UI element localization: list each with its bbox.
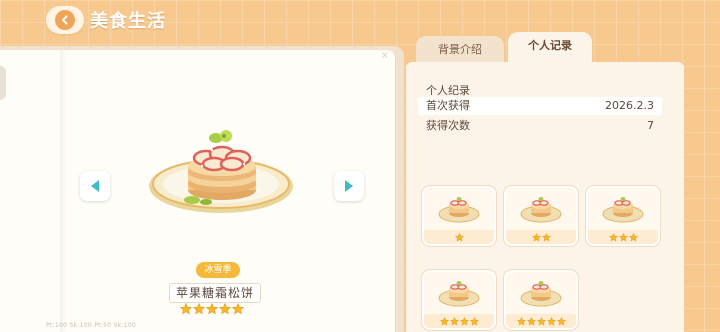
star-icon bbox=[180, 303, 192, 315]
variant-star-rating bbox=[506, 314, 576, 328]
star-icon bbox=[219, 303, 231, 315]
pancake-thumb-image bbox=[438, 197, 480, 223]
pancake-dish-image bbox=[149, 130, 293, 213]
tab-personal-record[interactable]: 个人记录 bbox=[508, 32, 592, 66]
dish-variant-card[interactable] bbox=[422, 186, 496, 246]
dish-star-rating bbox=[180, 303, 244, 315]
back-button[interactable] bbox=[46, 6, 84, 34]
dish-variant-card[interactable] bbox=[504, 270, 578, 330]
season-tag: 冰雪季 bbox=[196, 262, 240, 278]
dish-variant-card[interactable] bbox=[586, 186, 660, 246]
record-value: 7 bbox=[647, 119, 654, 132]
pancake-thumb-image bbox=[520, 281, 562, 307]
triangle-left-icon bbox=[91, 180, 99, 192]
record-title: 个人纪录 bbox=[426, 84, 470, 97]
star-icon bbox=[618, 232, 628, 242]
record-row-obtain-count: 获得次数 7 bbox=[418, 117, 662, 135]
star-icon bbox=[469, 316, 479, 326]
corner-mark-icon: × bbox=[381, 51, 389, 61]
record-label: 首次获得 bbox=[426, 99, 470, 112]
chevron-left-icon bbox=[55, 10, 75, 30]
star-icon bbox=[531, 232, 541, 242]
star-icon bbox=[193, 303, 205, 315]
pancake-thumb-image bbox=[602, 197, 644, 223]
variant-star-rating bbox=[424, 314, 494, 328]
star-icon bbox=[439, 316, 449, 326]
page-title: 美食生活 bbox=[90, 11, 166, 32]
star-icon bbox=[546, 316, 556, 326]
star-icon bbox=[454, 232, 464, 242]
triangle-right-icon bbox=[345, 180, 353, 192]
footer-text: Pt:100 Sk:100 Pt:50 Sk:100 bbox=[46, 322, 137, 329]
star-icon bbox=[608, 232, 618, 242]
pancake-thumb-image bbox=[520, 197, 562, 223]
dish-variant-card[interactable] bbox=[422, 270, 496, 330]
variant-star-rating bbox=[588, 230, 658, 244]
star-icon bbox=[556, 316, 566, 326]
star-icon bbox=[459, 316, 469, 326]
pancake-thumb-image bbox=[438, 281, 480, 307]
star-icon bbox=[449, 316, 459, 326]
star-icon bbox=[536, 316, 546, 326]
prev-dish-button[interactable] bbox=[80, 171, 110, 201]
previous-page-tab[interactable] bbox=[0, 66, 6, 100]
variant-star-rating bbox=[506, 230, 576, 244]
record-row-first-obtained: 首次获得 2026.2.3 bbox=[418, 97, 662, 115]
star-icon bbox=[541, 232, 551, 242]
star-icon bbox=[628, 232, 638, 242]
dish-variant-card[interactable] bbox=[504, 186, 578, 246]
star-icon bbox=[232, 303, 244, 315]
dish-name: 苹果糖霜松饼 bbox=[169, 283, 261, 303]
star-icon bbox=[516, 316, 526, 326]
record-value: 2026.2.3 bbox=[605, 99, 654, 112]
variant-star-rating bbox=[424, 230, 494, 244]
star-icon bbox=[206, 303, 218, 315]
record-label: 获得次数 bbox=[426, 119, 470, 132]
book-gutter bbox=[60, 50, 66, 332]
star-icon bbox=[526, 316, 536, 326]
next-dish-button[interactable] bbox=[334, 171, 364, 201]
